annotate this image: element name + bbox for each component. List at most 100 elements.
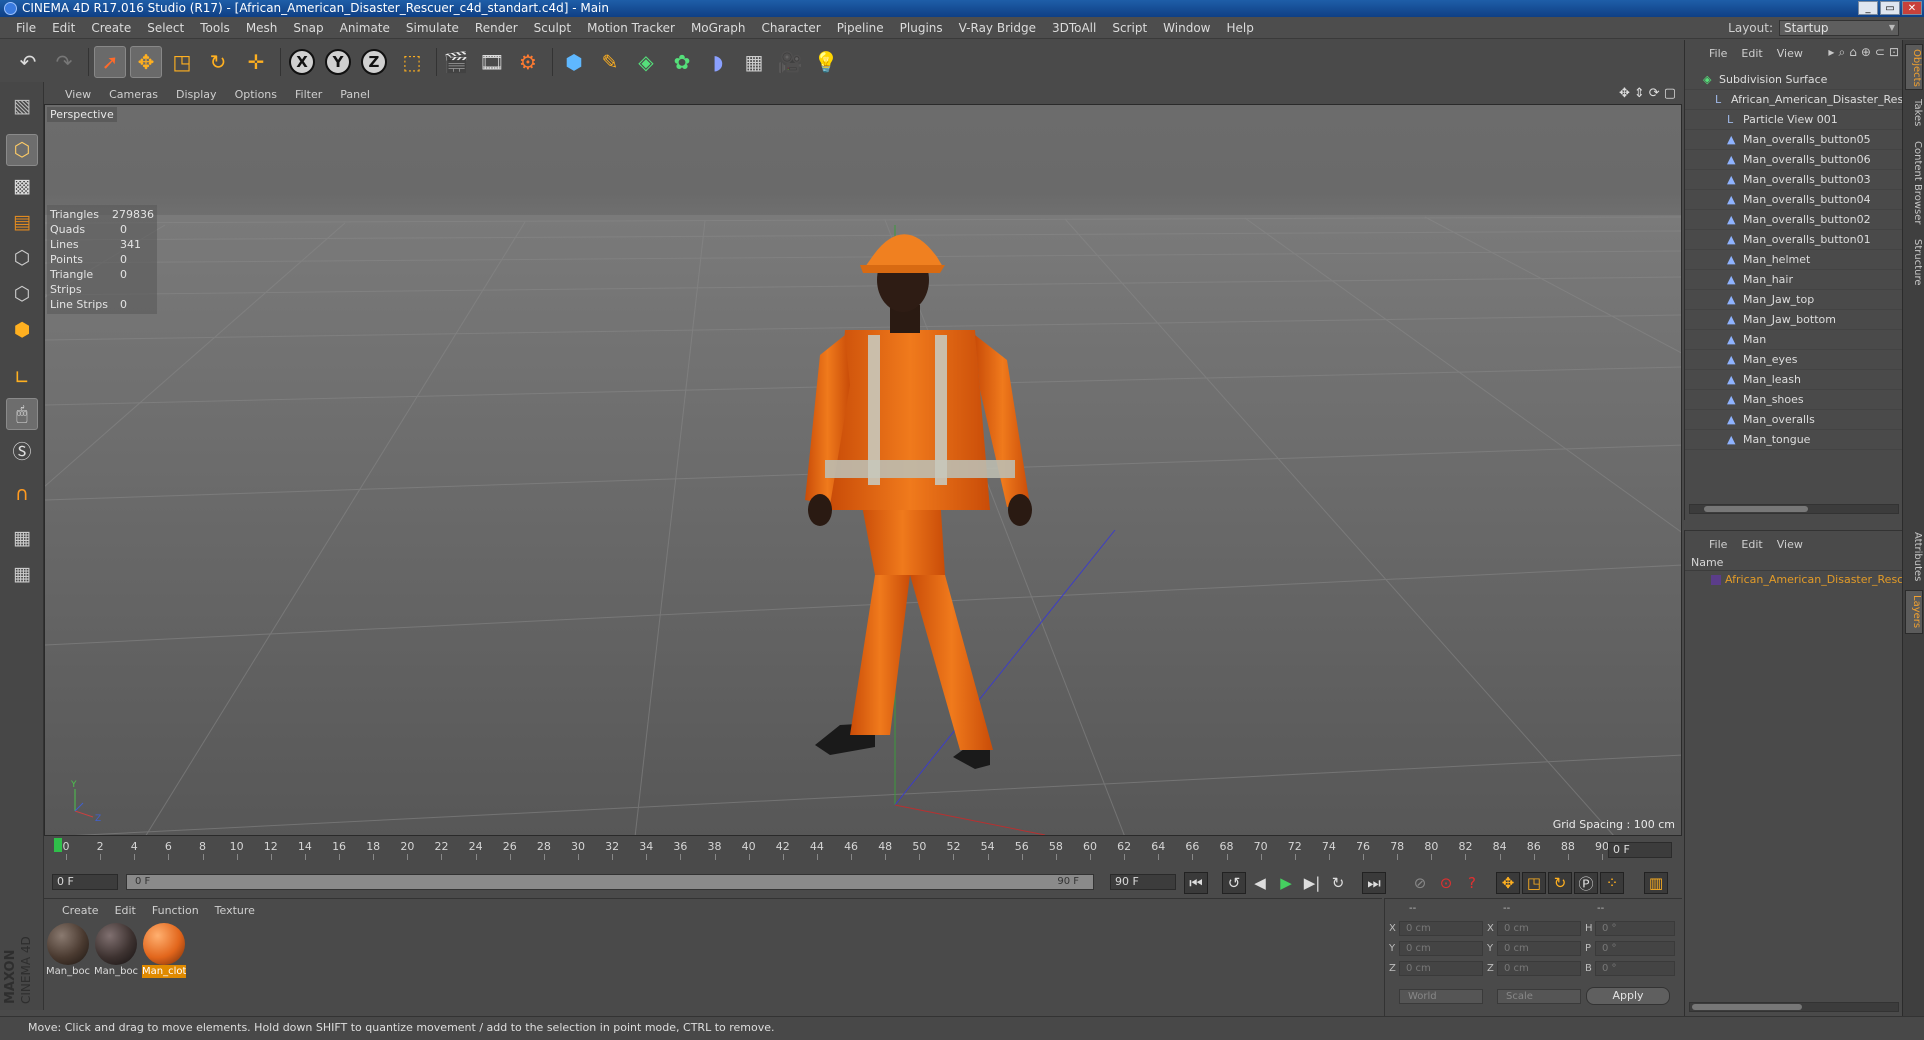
planar-workplane-icon[interactable]: ▦ [6,558,38,590]
deformer-bend-icon[interactable]: ◗ [702,46,734,78]
object-row[interactable]: ▲ Man_shoes [1685,390,1903,410]
object-row[interactable]: ▲ Man_leash [1685,370,1903,390]
object-row[interactable]: ▲ Man_helmet [1685,250,1903,270]
position-y-field[interactable]: 0 cm [1399,941,1483,956]
viewport-rotate-icon[interactable]: ⟳ [1649,86,1660,101]
object-row[interactable]: ▲ Man_overalls [1685,410,1903,430]
start-frame-field[interactable]: 0 F [52,874,118,890]
menu-help[interactable]: Help [1218,21,1261,35]
z-axis-lock-icon[interactable]: Z [358,46,390,78]
keyframe-selection-icon[interactable]: ? [1460,872,1484,894]
search-icon[interactable]: ⌕ [1838,45,1845,60]
object-row[interactable]: ▲ Man_tongue [1685,430,1903,450]
close-button[interactable]: ✕ [1902,1,1922,15]
end-frame-field[interactable]: 90 F [1110,874,1176,890]
mograph-cloner-icon[interactable]: ✿ [666,46,698,78]
viewport-zoom-icon[interactable]: ⇕ [1634,86,1645,101]
rotation-p-field[interactable]: 0 ° [1595,941,1675,956]
menu-vray-bridge[interactable]: V-Ray Bridge [951,21,1044,35]
object-row[interactable]: ▲ Man_overalls_button05 [1685,130,1903,150]
floor-environment-icon[interactable]: ▦ [738,46,770,78]
size-z-field[interactable]: 0 cm [1497,961,1581,976]
render-view-icon[interactable]: 🎬 [440,46,472,78]
object-manager-scrollbar[interactable] [1689,504,1899,514]
menu-simulate[interactable]: Simulate [398,21,467,35]
menu-create[interactable]: Create [83,21,139,35]
viewport-camera-label[interactable]: Perspective [47,107,117,122]
material-swatch-selected[interactable]: Man_clot [142,923,186,981]
autokeying-icon[interactable]: ⊙ [1434,872,1458,894]
viewport-menu-display[interactable]: Display [167,88,226,101]
move-tool-icon[interactable]: ✥ [130,46,162,78]
previous-frame-icon[interactable]: ◀ [1248,872,1272,894]
size-mode-dropdown[interactable]: Scale [1497,989,1581,1004]
model-mode-icon[interactable]: ⬡ [6,134,38,166]
viewport-menu-filter[interactable]: Filter [286,88,331,101]
menu-sculpt[interactable]: Sculpt [526,21,579,35]
menu-tools[interactable]: Tools [192,21,238,35]
viewport-menu-options[interactable]: Options [226,88,286,101]
record-rotation-icon[interactable]: ↻ [1548,872,1572,894]
texture-mode-icon[interactable]: ▩ [6,170,38,202]
menu-script[interactable]: Script [1104,21,1155,35]
layer-menu-edit[interactable]: Edit [1741,538,1776,551]
tab-layers[interactable]: Layers [1905,590,1923,634]
viewport-maximize-icon[interactable]: ▢ [1664,86,1676,101]
previous-key-icon[interactable]: ↺ [1222,872,1246,894]
recent-tools-icon[interactable]: ✛ [240,46,272,78]
render-picture-viewer-icon[interactable]: 🎞 [476,46,508,78]
menu-motion-tracker[interactable]: Motion Tracker [579,21,683,35]
object-row[interactable]: ▲ Man_Jaw_bottom [1685,310,1903,330]
material-swatch[interactable]: Man_boc [46,923,90,981]
object-row[interactable]: ▲ Man_Jaw_top [1685,290,1903,310]
perspective-viewport[interactable]: Y Z Perspective Triangles 279836 Quads 0 L… [44,104,1682,836]
pen-spline-icon[interactable]: ✎ [594,46,626,78]
home-icon[interactable]: ⌂ [1849,45,1857,60]
preview-range-slider[interactable]: 0 F 90 F [126,874,1094,890]
menu-3dtoall[interactable]: 3DToAll [1044,21,1104,35]
next-frame-icon[interactable]: ▶| [1300,872,1324,894]
maximize-button[interactable]: ▭ [1880,1,1900,15]
menu-mesh[interactable]: Mesh [238,21,286,35]
redo-icon[interactable]: ↷ [48,46,80,78]
object-row[interactable]: ▲ Man_overalls_button03 [1685,170,1903,190]
menu-render[interactable]: Render [467,21,526,35]
tab-takes[interactable]: Takes [1905,94,1923,132]
snapping-icon[interactable]: Ⓢ [6,434,38,466]
object-row[interactable]: ▲ Man_eyes [1685,350,1903,370]
coordinate-system-icon[interactable]: ⬚ [396,46,428,78]
object-row[interactable]: ▲ Man_overalls_button01 [1685,230,1903,250]
viewport-move-icon[interactable]: ✥ [1619,86,1630,101]
arrow-right-icon[interactable]: ▸ [1828,45,1834,60]
material-menu-function[interactable]: Function [144,904,207,917]
menu-animate[interactable]: Animate [332,21,398,35]
timeline-playhead[interactable] [54,838,62,852]
polygons-mode-icon[interactable]: ⬢ [6,314,38,346]
object-row[interactable]: ▲ Man [1685,330,1903,350]
current-frame-field[interactable]: 0 F [1608,842,1672,858]
timeline-ticks[interactable]: 0 2 4 6 8 10 12 14 16 18 20 22 24 26 28 30 32 34 36 38 40 42 4… [54,840,1614,860]
object-row[interactable]: ◈ Subdivision Surface [1685,70,1903,90]
size-y-field[interactable]: 0 cm [1497,941,1581,956]
link-icon[interactable]: ⊂ [1875,45,1885,60]
workplane-lock-icon[interactable]: ▦ [6,522,38,554]
record-parameter-icon[interactable]: Ⓟ [1574,872,1598,894]
subdivision-generator-icon[interactable]: ◈ [630,46,662,78]
menu-pipeline[interactable]: Pipeline [829,21,892,35]
tab-objects[interactable]: Objects [1905,44,1923,90]
camera-icon[interactable]: 🎥 [774,46,806,78]
record-scale-icon[interactable]: ◳ [1522,872,1546,894]
layer-row[interactable]: African_American_Disaster_Rescuer [1685,571,1903,589]
object-menu-view[interactable]: View [1777,47,1817,60]
new-window-icon[interactable]: ⊕ [1861,45,1871,60]
menu-mograph[interactable]: MoGraph [683,21,754,35]
material-menu-texture[interactable]: Texture [207,904,263,917]
menu-snap[interactable]: Snap [285,21,331,35]
layer-menu-view[interactable]: View [1777,538,1817,551]
record-point-level-icon[interactable]: ⁘ [1600,872,1624,894]
position-x-field[interactable]: 0 cm [1399,921,1483,936]
undo-icon[interactable]: ↶ [12,46,44,78]
material-menu-create[interactable]: Create [54,904,107,917]
rotation-h-field[interactable]: 0 ° [1595,921,1675,936]
layout-select[interactable]: Startup [1779,20,1899,36]
